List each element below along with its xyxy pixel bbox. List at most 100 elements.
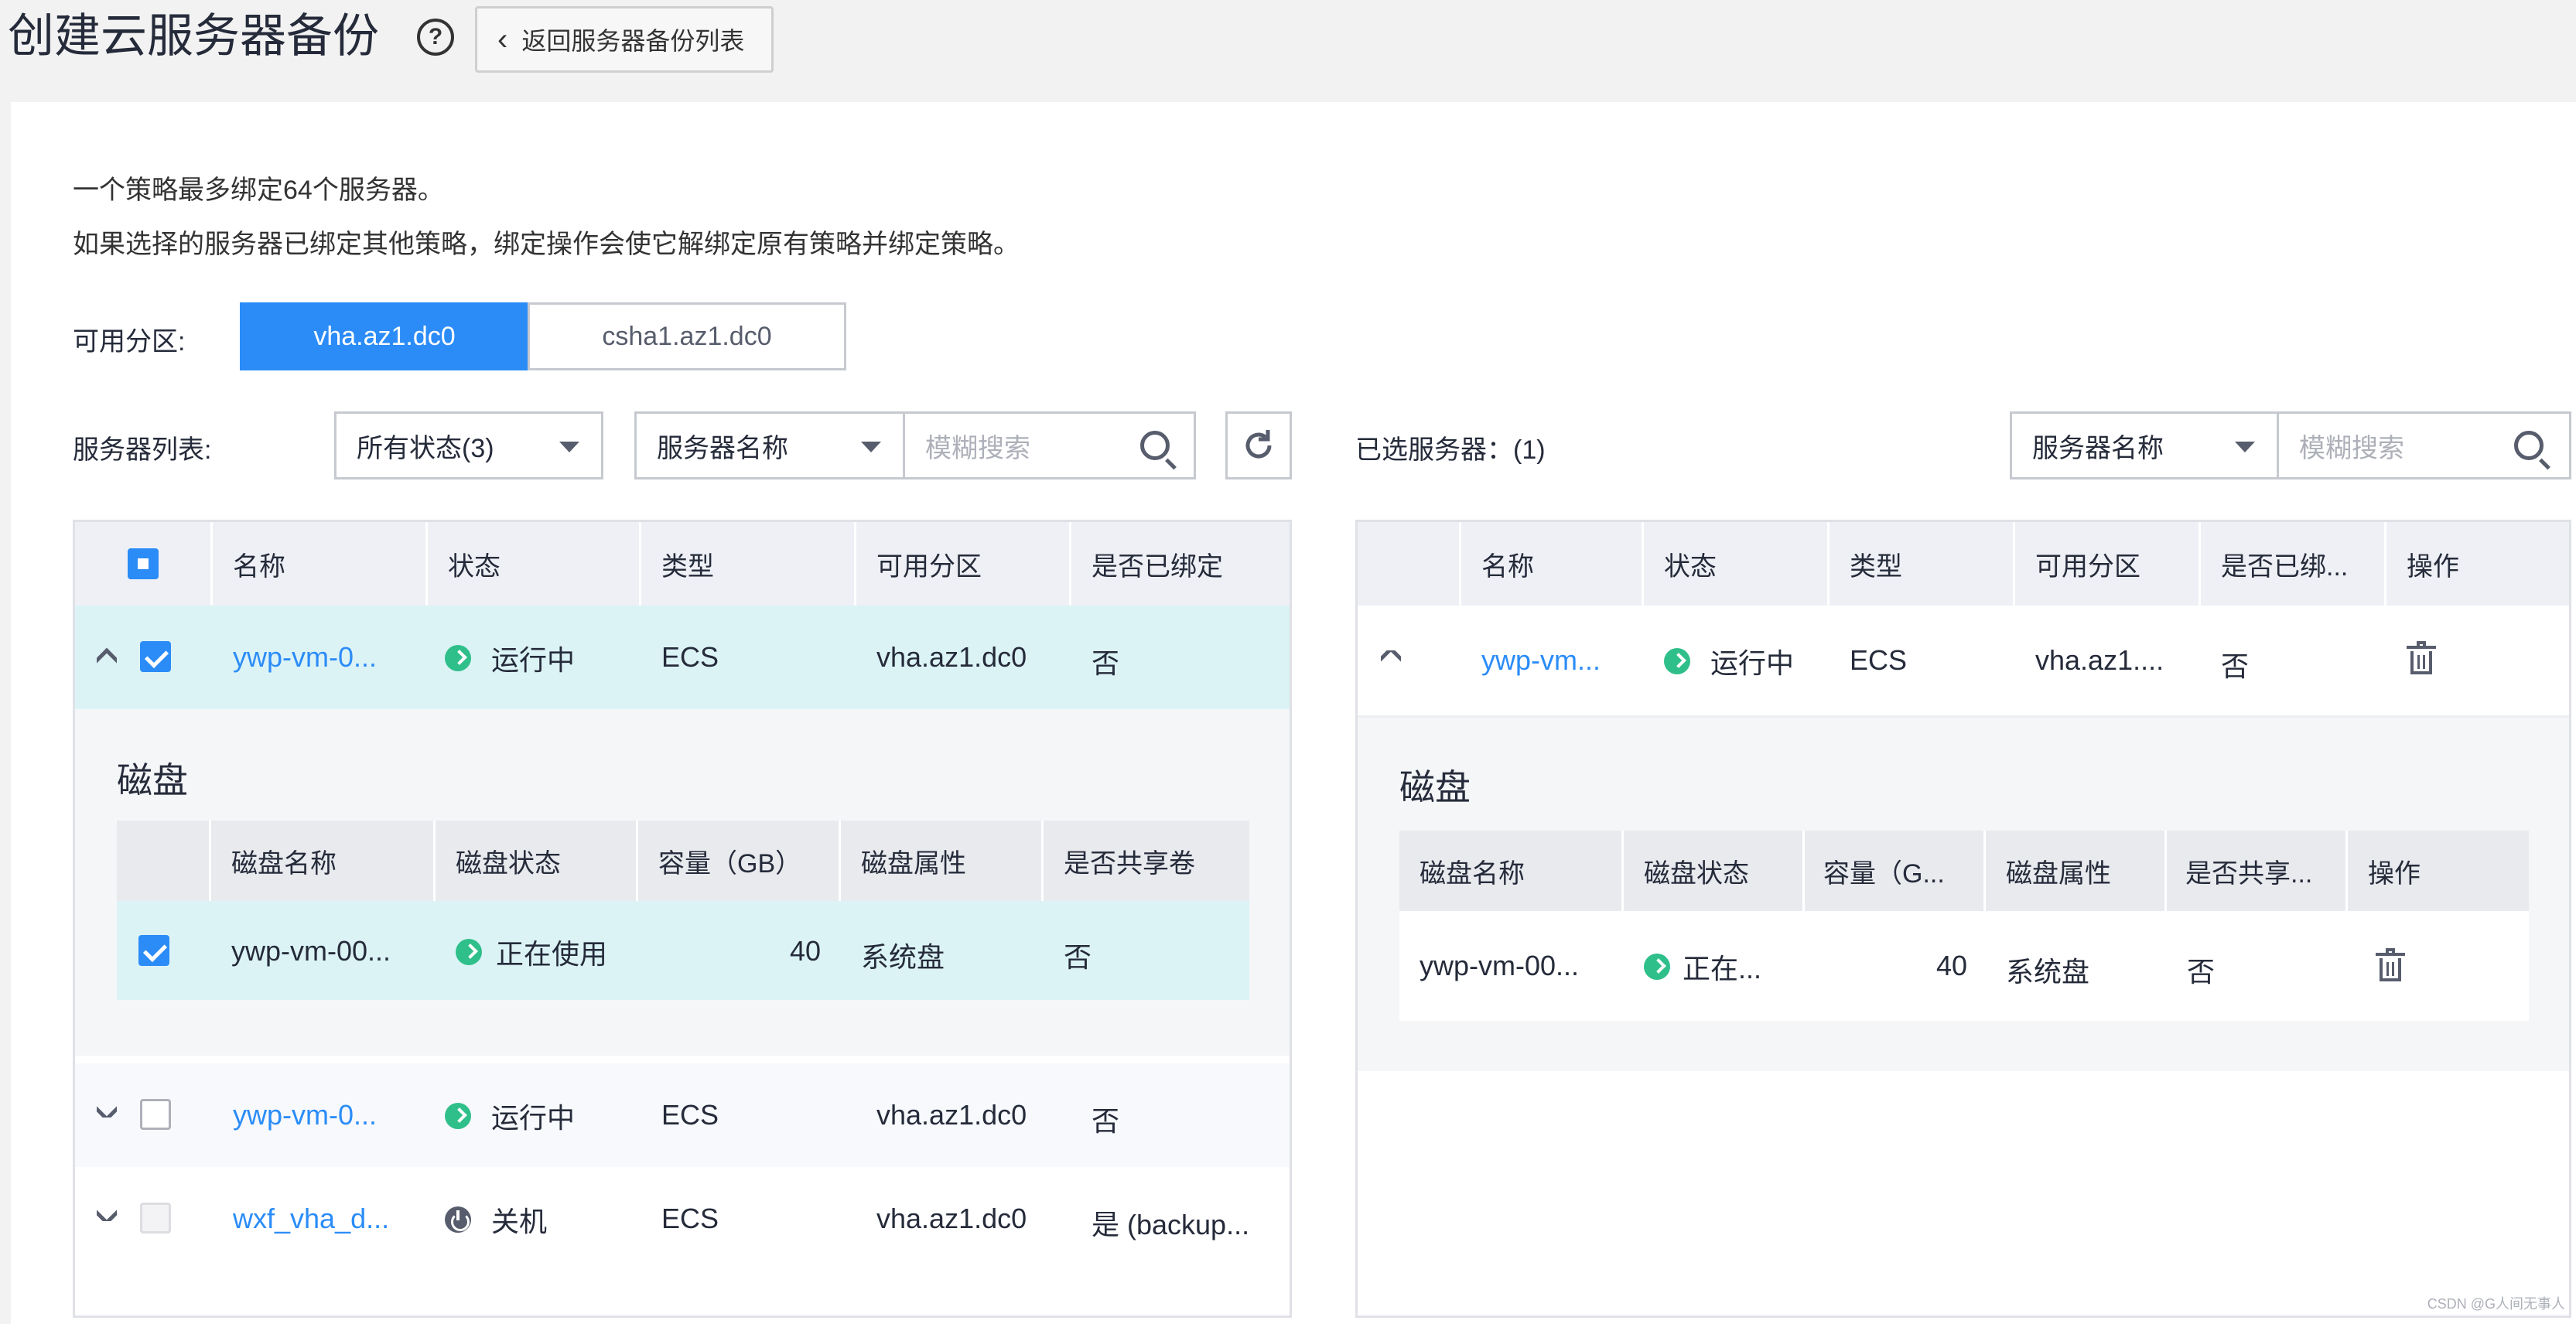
disk-title: 磁盘 — [117, 760, 188, 800]
disk-shared: 否 — [1064, 941, 1092, 973]
in-use-status-icon — [456, 939, 482, 965]
selected-search-field-value: 服务器名称 — [2032, 433, 2164, 463]
col-bound[interactable]: 是否已绑... — [2201, 522, 2386, 606]
disk-col-status: 磁盘状态 — [436, 821, 638, 901]
disk-status: 正在使用 — [496, 938, 608, 970]
disk-panel: 磁盘 磁盘名称 磁盘状态 容量（GB） 磁盘属性 是否共享卷 ywp-vm-00… — [75, 709, 1290, 1056]
server-az: vha.az1.dc0 — [876, 641, 1027, 673]
col-type[interactable]: 类型 — [1830, 522, 2015, 606]
disk-attr: 系统盘 — [861, 941, 945, 973]
help-icon[interactable]: ? — [417, 19, 454, 56]
col-type[interactable]: 类型 — [641, 522, 856, 606]
disk-col-shared: 是否共享... — [2167, 831, 2348, 911]
selected-servers-label: 已选服务器：(1) — [1355, 435, 1546, 465]
table-row[interactable]: ywp-vm-0... 运行中 ECS vha.az1.dc0 否 — [75, 1063, 1290, 1167]
server-type: ECS — [661, 1203, 719, 1234]
server-search-input[interactable]: 模糊搜索 — [905, 411, 1196, 479]
disk-col-capacity: 容量（G... — [1805, 831, 1986, 911]
disk-table-header: 磁盘名称 磁盘状态 容量（GB） 磁盘属性 是否共享卷 — [117, 821, 1249, 901]
server-bound: 否 — [2221, 650, 2250, 682]
caret-down-icon — [861, 442, 881, 452]
server-name-link[interactable]: ywp-vm-0... — [233, 641, 419, 674]
power-off-icon — [445, 1206, 471, 1233]
server-bound: 否 — [1092, 1105, 1120, 1137]
disk-name: ywp-vm-00... — [231, 935, 391, 967]
row-checkbox[interactable] — [140, 641, 171, 672]
refresh-icon — [1245, 430, 1272, 459]
table-row[interactable]: ywp-vm-0... 运行中 ECS vha.az1.dc0 否 — [75, 606, 1290, 709]
select-all-cell — [75, 522, 213, 606]
disk-capacity: 40 — [789, 935, 821, 967]
selected-table-header: 名称 状态 类型 可用分区 是否已绑... 操作 — [1358, 522, 2569, 606]
server-table: 名称 状态 类型 可用分区 是否已绑定 ywp-vm-0... 运行中 ECS … — [73, 520, 1292, 1318]
delete-icon[interactable] — [2407, 641, 2436, 675]
server-name-link[interactable]: ywp-vm-0... — [233, 1099, 419, 1131]
col-name[interactable]: 名称 — [1461, 522, 1644, 606]
running-status-icon — [1664, 648, 1690, 674]
server-status: 关机 — [491, 1206, 548, 1237]
expand-row-icon[interactable] — [97, 1097, 117, 1118]
az-label: 可用分区: — [73, 327, 186, 357]
server-az: vha.az1.dc0 — [876, 1203, 1027, 1234]
disk-col-name: 磁盘名称 — [1399, 831, 1624, 911]
collapse-row-icon[interactable] — [97, 647, 117, 672]
in-use-status-icon — [1644, 954, 1670, 980]
col-az[interactable]: 可用分区 — [2015, 522, 2201, 606]
col-status[interactable]: 状态 — [1644, 522, 1830, 606]
server-bound: 否 — [1092, 647, 1120, 679]
running-status-icon — [445, 1103, 471, 1129]
server-type: ECS — [1850, 644, 1908, 676]
status-filter-value: 所有状态(3) — [357, 433, 494, 463]
search-icon[interactable] — [1140, 431, 1170, 460]
disk-row[interactable]: ywp-vm-00... 正在使用 40 系统盘 否 — [117, 901, 1249, 1000]
col-bound[interactable]: 是否已绑定 — [1071, 522, 1290, 606]
expand-row-icon[interactable] — [97, 1201, 117, 1221]
az-tab-vha[interactable]: vha.az1.dc0 — [240, 302, 529, 370]
expand-col — [1358, 522, 1461, 606]
disk-col-attr: 磁盘属性 — [841, 821, 1044, 901]
server-type: ECS — [661, 1099, 719, 1131]
selected-server-table: 名称 状态 类型 可用分区 是否已绑... 操作 ywp-vm... 运行中 E… — [1355, 520, 2571, 1318]
row-checkbox-disabled — [140, 1203, 171, 1234]
server-list-label: 服务器列表: — [73, 435, 212, 465]
selected-search-placeholder: 模糊搜索 — [2299, 433, 2404, 463]
disk-select-col — [117, 821, 211, 901]
collapse-row-icon[interactable] — [1381, 650, 1401, 671]
disk-status: 正在... — [1683, 953, 1762, 984]
caret-down-icon — [559, 442, 579, 452]
disk-col-name: 磁盘名称 — [211, 821, 436, 901]
page-title: 创建云服务器备份 — [8, 10, 379, 62]
back-button-label: 返回服务器备份列表 — [521, 27, 745, 55]
table-row[interactable]: wxf_vha_d... 关机 ECS vha.az1.dc0 是 (backu… — [75, 1167, 1290, 1271]
disk-attr: 系统盘 — [2006, 956, 2090, 988]
select-all-checkbox[interactable] — [127, 548, 159, 579]
disk-col-shared: 是否共享卷 — [1064, 848, 1195, 879]
server-status: 运行中 — [491, 1102, 576, 1134]
server-az: vha.az1.dc0 — [876, 1099, 1027, 1131]
selected-search-input[interactable]: 模糊搜索 — [2279, 411, 2571, 479]
policy-note-1: 一个策略最多绑定64个服务器。 — [73, 176, 444, 205]
search-icon[interactable] — [2514, 431, 2544, 460]
server-name-link[interactable]: wxf_vha_d... — [233, 1203, 419, 1235]
delete-disk-icon[interactable] — [2376, 948, 2405, 982]
search-field-dropdown[interactable]: 服务器名称 — [634, 411, 905, 479]
disk-col-action: 操作 — [2368, 858, 2421, 889]
col-name[interactable]: 名称 — [213, 522, 428, 606]
refresh-button[interactable] — [1225, 411, 1292, 479]
search-field-value: 服务器名称 — [657, 433, 788, 463]
selected-row[interactable]: ywp-vm... 运行中 ECS vha.az1.... 否 — [1358, 606, 2569, 715]
back-to-list-button[interactable]: ‹ 返回服务器备份列表 — [475, 6, 774, 73]
col-status[interactable]: 状态 — [428, 522, 641, 606]
status-filter-dropdown[interactable]: 所有状态(3) — [334, 411, 603, 479]
selected-disk-header: 磁盘名称 磁盘状态 容量（G... 磁盘属性 是否共享... 操作 — [1399, 831, 2529, 911]
disk-checkbox[interactable] — [138, 935, 169, 966]
az-tab-csha1[interactable]: csha1.az1.dc0 — [528, 302, 846, 370]
caret-down-icon — [2235, 442, 2255, 452]
col-az[interactable]: 可用分区 — [856, 522, 1071, 606]
server-type: ECS — [661, 641, 719, 673]
row-checkbox[interactable] — [140, 1099, 171, 1130]
server-name-link[interactable]: ywp-vm... — [1481, 644, 1636, 677]
disk-col-capacity: 容量（GB） — [638, 821, 841, 901]
selected-search-field-dropdown[interactable]: 服务器名称 — [2010, 411, 2279, 479]
selected-disk-row[interactable]: ywp-vm-00... 正在... 40 系统盘 否 — [1399, 911, 2529, 1021]
